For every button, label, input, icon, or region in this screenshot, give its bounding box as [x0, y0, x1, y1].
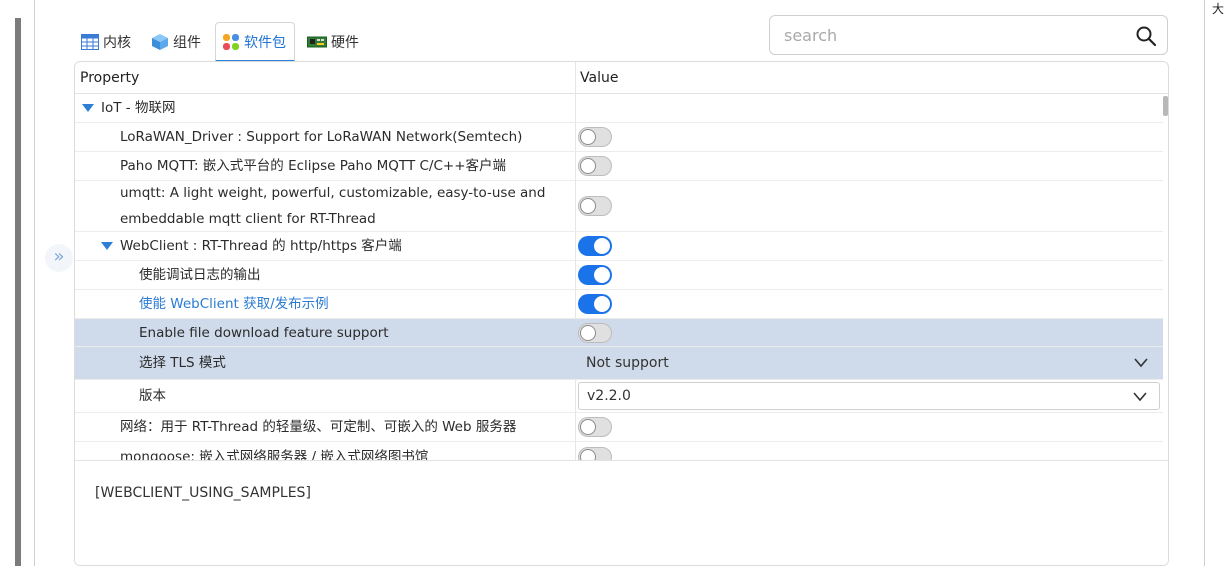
search-icon[interactable] — [1135, 25, 1157, 47]
row-label: 选择 TLS 模式 — [139, 355, 226, 371]
table-row[interactable]: 版本 v2.2.0 — [75, 380, 1163, 413]
tab-hardware[interactable]: 硬件 — [301, 22, 367, 62]
grid-header: Property Value — [75, 62, 1168, 94]
row-label: Paho MQTT: 嵌入式平台的 Eclipse Paho MQTT C/C+… — [120, 158, 507, 174]
row-label-iot: IoT - 物联网 — [82, 94, 175, 122]
row-label: 网络：用于 RT-Thread 的轻量级、可定制、可嵌入的 Web 服务器 — [120, 419, 517, 435]
table-row[interactable]: Paho MQTT: 嵌入式平台的 Eclipse Paho MQTT C/C+… — [75, 152, 1163, 181]
table-row[interactable]: 网络：用于 RT-Thread 的轻量级、可定制、可嵌入的 Web 服务器 — [75, 413, 1163, 442]
table-row[interactable]: LoRaWAN_Driver : Support for LoRaWAN Net… — [75, 123, 1163, 152]
row-label-webclient: WebClient : RT-Thread 的 http/https 客户端 — [101, 232, 402, 260]
table-row[interactable]: umqtt: A light weight, powerful, customi… — [75, 181, 1163, 232]
toggle-web-server[interactable] — [578, 417, 612, 437]
description-text: [WEBCLIENT_USING_SAMPLES] — [95, 485, 311, 501]
board-icon — [307, 35, 327, 49]
property-grid: Property Value IoT - 物联网 LoRaWAN_Driver … — [74, 61, 1169, 566]
row-label: Enable file download feature support — [139, 324, 389, 341]
table-row[interactable]: Enable file download feature support — [75, 319, 1163, 347]
expand-triangle-icon[interactable] — [82, 104, 94, 112]
value-column-header: Value — [580, 70, 619, 86]
toggle-webclient-samples[interactable] — [578, 294, 612, 314]
tab-packages[interactable]: 软件包 — [215, 22, 295, 62]
expand-triangle-icon[interactable] — [101, 242, 113, 250]
left-scrollbar[interactable] — [15, 18, 21, 566]
row-label: 使能调试日志的输出 — [139, 267, 261, 283]
chevron-down-icon — [1134, 355, 1148, 373]
toggle-file-download[interactable] — [578, 322, 612, 343]
panel-divider — [34, 0, 35, 566]
tls-mode-select[interactable]: Not support — [578, 349, 1160, 377]
toggle-webclient[interactable] — [578, 236, 612, 256]
toggle-paho-mqtt[interactable] — [578, 156, 612, 176]
table-row[interactable]: IoT - 物联网 — [75, 94, 1163, 123]
package-icon — [222, 33, 240, 51]
search-input[interactable] — [770, 16, 1120, 54]
tab-label: 组件 — [173, 35, 201, 51]
right-divider — [1204, 0, 1205, 566]
description-panel: [WEBCLIENT_USING_SAMPLES] — [75, 460, 1168, 565]
row-label: umqtt: A light weight, powerful, customi… — [120, 185, 546, 227]
tab-components[interactable]: 组件 — [145, 22, 209, 62]
table-row[interactable]: 使能调试日志的输出 — [75, 261, 1163, 290]
toggle-debug-log[interactable] — [578, 265, 612, 285]
row-label: LoRaWAN_Driver : Support for LoRaWAN Net… — [120, 129, 523, 145]
cube-icon — [151, 33, 169, 51]
row-label: 使能 WebClient 获取/发布示例 — [139, 296, 329, 312]
toggle-lorawan-driver[interactable] — [578, 127, 612, 147]
table-row[interactable]: 选择 TLS 模式 Not support — [75, 347, 1163, 380]
table-row[interactable]: WebClient : RT-Thread 的 http/https 客户端 — [75, 232, 1163, 261]
right-edge-text: 大 — [1212, 2, 1224, 16]
tab-kernel[interactable]: 内核 — [75, 22, 139, 62]
table-icon — [81, 34, 99, 50]
tab-label: 软件包 — [244, 34, 286, 51]
chevron-down-icon — [1133, 389, 1147, 407]
tab-label: 内核 — [103, 35, 131, 51]
version-select[interactable]: v2.2.0 — [578, 382, 1160, 410]
property-column-header: Property — [80, 70, 140, 86]
tab-label: 硬件 — [331, 35, 359, 51]
search-box — [769, 15, 1168, 55]
tab-bar: 内核 组件 软件包 硬件 — [75, 18, 373, 62]
toggle-umqtt[interactable] — [578, 196, 612, 216]
grid-scrollbar[interactable] — [1162, 94, 1168, 460]
row-label: 版本 — [139, 388, 166, 404]
scroll-thumb[interactable] — [1163, 96, 1168, 116]
table-row[interactable]: 使能 WebClient 获取/发布示例 — [75, 290, 1163, 319]
expand-panel-button[interactable]: » — [45, 244, 73, 272]
